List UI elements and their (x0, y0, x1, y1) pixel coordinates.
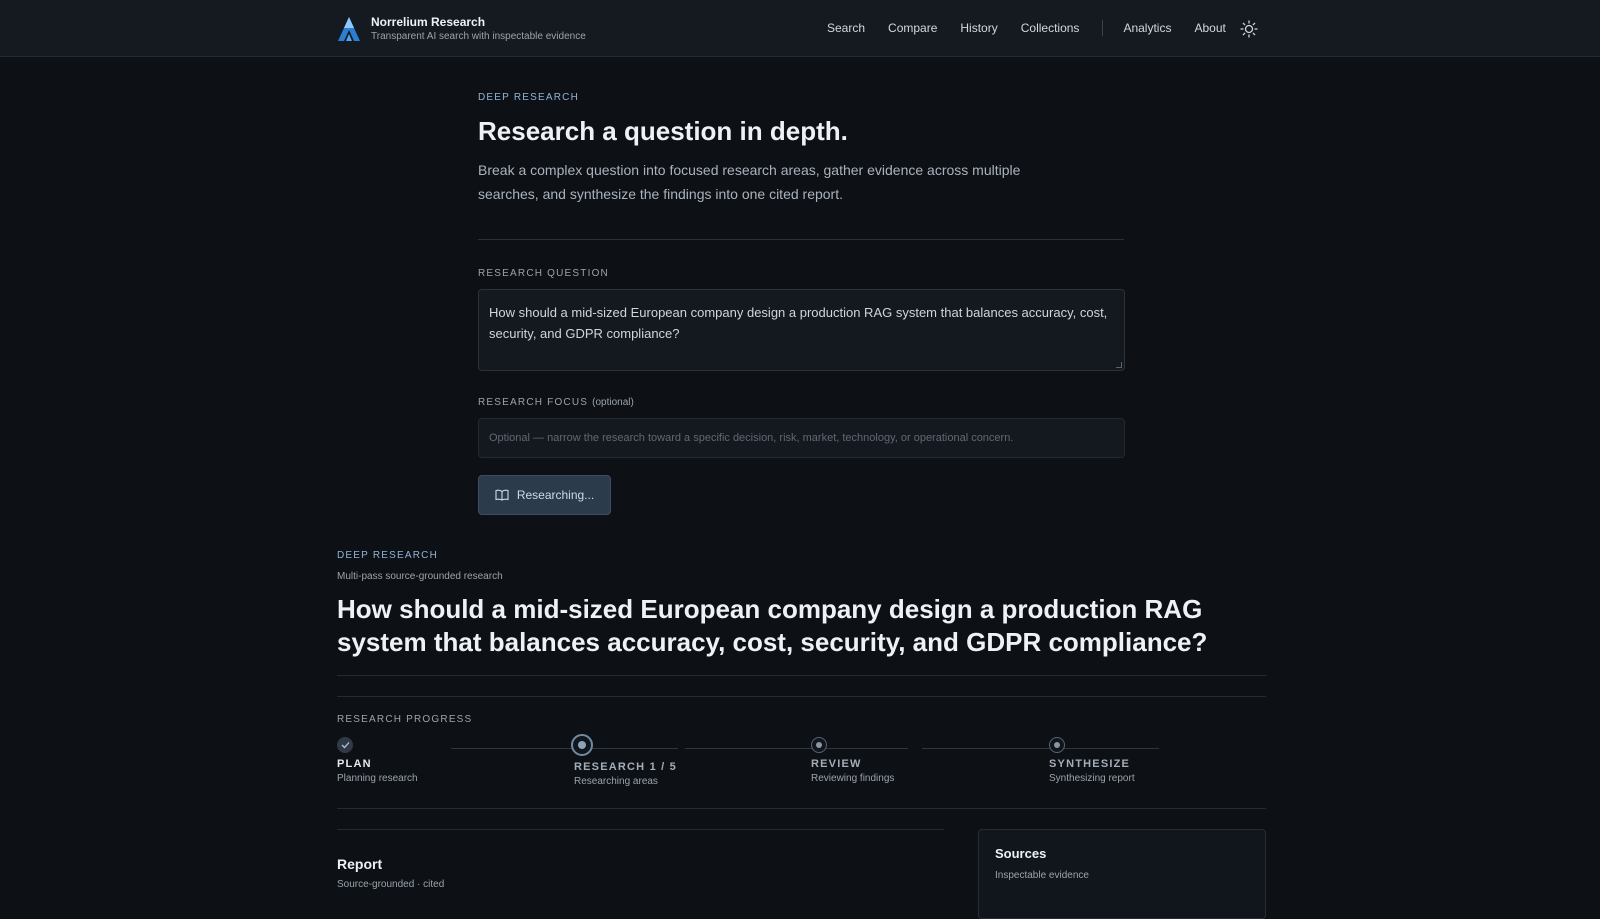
brand-name: Norrelium Research (371, 15, 486, 29)
nav-analytics[interactable]: Analytics (1123, 21, 1171, 35)
divider (337, 675, 1267, 676)
step-synthesize: SYNTHESIZE Synthesizing report (1049, 737, 1135, 784)
step-name: REVIEW (811, 758, 862, 770)
step-name: SYNTHESIZE (1049, 758, 1131, 770)
step-desc: Synthesizing report (1049, 773, 1135, 784)
book-open-icon (495, 489, 509, 501)
active-step-indicator (571, 734, 593, 756)
step-desc: Researching areas (574, 776, 658, 787)
focus-placeholder: Optional — narrow the research toward a … (489, 432, 1014, 444)
brand-tagline: Transparent AI search with inspectable e… (371, 31, 586, 42)
sources-subtitle: Inspectable evidence (995, 870, 1089, 881)
focus-label-text: RESEARCH FOCUS (478, 397, 589, 408)
divider (337, 808, 1266, 809)
sun-icon[interactable] (1240, 20, 1258, 38)
resize-handle[interactable] (1116, 362, 1122, 368)
research-button[interactable]: Researching... (478, 475, 611, 515)
step-desc: Reviewing findings (811, 773, 895, 784)
pending-step-indicator (1049, 737, 1065, 753)
divider (337, 696, 1266, 697)
focus-input[interactable]: Optional — narrow the research toward a … (478, 418, 1125, 458)
nav-search[interactable]: Search (827, 21, 865, 35)
question-textarea[interactable]: How should a mid-sized European company … (478, 289, 1125, 371)
nav-history[interactable]: History (960, 21, 997, 35)
step-name: RESEARCH 1 / 5 (574, 761, 677, 773)
result-question: How should a mid-sized European company … (337, 594, 1208, 657)
hero-eyebrow: DEEP RESEARCH (478, 92, 579, 103)
research-button-label: Researching... (516, 488, 595, 502)
focus-label: RESEARCH FOCUS (optional) (478, 397, 634, 408)
report-subtitle: Source-grounded · cited (337, 879, 445, 890)
step-name: PLAN (337, 758, 372, 770)
step-research: RESEARCH 1 / 5 Researching areas (571, 734, 677, 787)
focus-optional-tag: (optional) (592, 397, 634, 408)
top-bar: Norrelium Research Transparent AI search… (0, 0, 1600, 57)
progress-label: RESEARCH PROGRESS (337, 714, 473, 725)
step-desc: Planning research (337, 773, 418, 784)
nav-about[interactable]: About (1194, 21, 1225, 35)
question-value: How should a mid-sized European company … (489, 305, 1108, 341)
nav-collections[interactable]: Collections (1021, 21, 1080, 35)
page-title: Research a question in depth. (478, 116, 848, 146)
nav-divider (1102, 20, 1104, 36)
pending-step-indicator (811, 737, 827, 753)
divider (337, 829, 944, 830)
nav-compare[interactable]: Compare (888, 21, 937, 35)
divider (478, 239, 1124, 240)
check-icon (337, 737, 353, 753)
mountain-logo-icon (338, 17, 360, 41)
hero-description: Break a complex question into focused re… (478, 162, 1021, 202)
main-nav: Search Compare History Collections Analy… (827, 20, 1249, 36)
result-subtitle: Multi-pass source-grounded research (337, 571, 503, 582)
report-title: Report (337, 856, 383, 872)
sources-panel: Sources Inspectable evidence (978, 829, 1266, 919)
sources-title: Sources (995, 846, 1047, 861)
step-plan: PLAN Planning research (337, 737, 418, 784)
step-review: REVIEW Reviewing findings (811, 737, 894, 784)
result-eyebrow: DEEP RESEARCH (337, 550, 438, 561)
brand[interactable]: Norrelium Research Transparent AI search… (337, 14, 586, 44)
question-label: RESEARCH QUESTION (478, 268, 609, 279)
